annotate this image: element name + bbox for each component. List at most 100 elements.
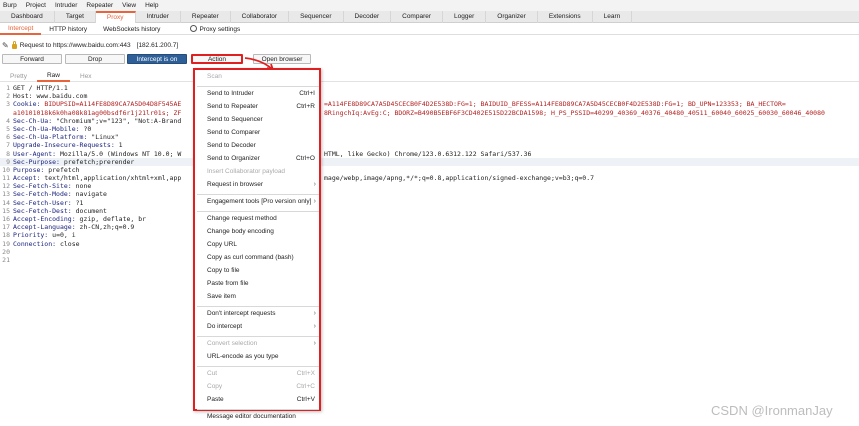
menu-intruder[interactable]: Intruder xyxy=(55,2,77,9)
menu-item-send-to-decoder[interactable]: Send to Decoder xyxy=(207,140,319,151)
header-value: Host: www.baidu.com xyxy=(13,92,88,101)
menu-item-label: Copy xyxy=(207,383,223,390)
menu-item-do-intercept[interactable]: Do intercept › xyxy=(207,321,319,332)
subtab-http-history[interactable]: HTTP history xyxy=(41,24,95,35)
tab-target[interactable]: Target xyxy=(55,11,96,23)
editor-line: 17 Accept-Language: zh-CN,zh;q=0.9 xyxy=(0,223,859,231)
proxy-sub-tab-bar: Intercept HTTP history WebSockets history P… xyxy=(0,24,859,35)
chevron-right-icon: › xyxy=(313,198,316,205)
pencil-icon[interactable]: ✎ xyxy=(2,41,9,50)
menu-item-change-request-method[interactable]: Change request method xyxy=(207,213,319,224)
menu-item-label: URL-encode as you type xyxy=(207,353,279,360)
header-value: a10101018k6k0ha08k81ag00bsdf6r1j21lr01s;… xyxy=(13,108,182,117)
chevron-right-icon: › xyxy=(313,323,316,330)
drop-button[interactable]: Drop xyxy=(65,54,125,64)
subtab-proxy-settings[interactable]: Proxy settings xyxy=(182,24,248,35)
line-number: 9 xyxy=(6,157,10,166)
tab-intruder[interactable]: Intruder xyxy=(136,11,181,23)
tab-proxy[interactable]: Proxy xyxy=(95,11,136,23)
menu-item-label: Scan xyxy=(207,73,222,80)
menu-burp[interactable]: Burp xyxy=(3,2,17,9)
header-name: Purpose: xyxy=(13,165,45,174)
menu-item-paste-from-file[interactable]: Paste from file xyxy=(207,278,319,289)
action-button[interactable]: Action xyxy=(191,54,243,64)
subtab-label: Proxy settings xyxy=(199,25,241,33)
tab-collaborator[interactable]: Collaborator xyxy=(231,11,290,23)
menu-item-copy-url[interactable]: Copy URL xyxy=(207,239,319,250)
header-name: Sec-Fetch-Dest: xyxy=(13,206,72,215)
header-name: Cookie: xyxy=(13,100,41,109)
menu-item-request-in-browser[interactable]: Request in browser › xyxy=(207,179,319,190)
menu-separator xyxy=(197,305,319,307)
menu-item-shortcut: Ctrl+I xyxy=(299,90,315,97)
tab-decoder[interactable]: Decoder xyxy=(344,11,392,23)
editor-line: 8 User-Agent: Mozilla/5.0 (Windows NT 10.… xyxy=(0,150,859,158)
menu-item-change-body-encoding[interactable]: Change body encoding xyxy=(207,226,319,237)
menu-repeater[interactable]: Repeater xyxy=(86,2,113,9)
menu-item-message-editor-documentation[interactable]: Message editor documentation xyxy=(207,411,319,422)
menu-item-engagement-tools-pro-version-only[interactable]: Engagement tools [Pro version only] › xyxy=(207,196,319,207)
header-value: gzip, deflate, br xyxy=(79,215,147,223)
subtab-label: Intercept xyxy=(8,24,34,32)
editor-line: 19 Connection: close xyxy=(0,240,859,248)
line-number: 4 xyxy=(6,116,10,125)
menu-help[interactable]: Help xyxy=(145,2,158,9)
editor-line: 3 Cookie: BIDUPSID=A114FE8D89CA7A5D04D8F5… xyxy=(0,100,859,108)
tab-learn[interactable]: Learn xyxy=(593,11,633,23)
intercept-toggle-button[interactable]: Intercept is on xyxy=(127,54,187,64)
tab-dashboard[interactable]: Dashboard xyxy=(0,11,55,23)
forward-button[interactable]: Forward xyxy=(2,54,62,64)
view-tab-hex[interactable]: Hex xyxy=(70,71,102,82)
menu-view[interactable]: View xyxy=(122,2,136,9)
menu-item-send-to-organizer[interactable]: Send to Organizer Ctrl+O xyxy=(207,153,319,164)
header-name: Accept: xyxy=(13,174,41,183)
menu-item-copy-to-file[interactable]: Copy to file xyxy=(207,265,319,276)
tab-logger[interactable]: Logger xyxy=(443,11,487,23)
header-value: navigate xyxy=(75,190,107,199)
line-number: 19 xyxy=(2,239,10,248)
line-number: 10 xyxy=(2,165,10,174)
header-value: GET / HTTP/1.1 xyxy=(13,84,68,92)
editor-line: a10101018k6k0ha08k81ag00bsdf6r1j21lr01s;… xyxy=(0,109,859,117)
header-value: prefetch xyxy=(48,165,80,174)
view-tab-raw[interactable]: Raw xyxy=(36,71,70,82)
menu-item-label: Request in browser xyxy=(207,181,263,188)
subtab-websockets-history[interactable]: WebSockets history xyxy=(95,24,168,35)
menu-item-label: Copy as curl command (bash) xyxy=(207,254,294,261)
menu-item-insert-collaborator-payload: Insert Collaborator payload xyxy=(207,166,319,177)
menu-separator xyxy=(197,365,319,367)
menu-separator xyxy=(197,335,319,337)
subtab-intercept[interactable]: Intercept xyxy=(0,24,42,35)
line-number: 1 xyxy=(6,84,10,92)
menu-item-copy-as-curl-command-bash[interactable]: Copy as curl command (bash) xyxy=(207,252,319,263)
line-number: 5 xyxy=(6,124,10,133)
lock-icon xyxy=(11,40,17,49)
menu-item-send-to-sequencer[interactable]: Send to Sequencer xyxy=(207,114,319,125)
menu-item-save-item[interactable]: Save item xyxy=(207,291,319,302)
tab-extensions[interactable]: Extensions xyxy=(538,11,593,23)
menu-item-send-to-repeater[interactable]: Send to Repeater Ctrl+R xyxy=(207,101,319,112)
tab-repeater[interactable]: Repeater xyxy=(181,11,231,23)
editor-line: 10 Purpose: prefetch xyxy=(0,166,859,174)
request-url: Request to https://www.baidu.com:443 xyxy=(19,41,131,49)
editor-line: 14 Sec-Fetch-User: ?1 xyxy=(0,199,859,207)
menu-item-url-encode-as-you-type[interactable]: URL-encode as you type xyxy=(207,351,319,362)
menu-item-send-to-intruder[interactable]: Send to Intruder Ctrl+I xyxy=(207,88,319,99)
request-editor[interactable]: 1 GET / HTTP/1.1 2 Host: www.baidu.com 3 Cook… xyxy=(0,84,859,264)
tab-comparer[interactable]: Comparer xyxy=(391,11,444,23)
subtab-label: WebSockets history xyxy=(103,25,161,33)
menu-item-shortcut: Ctrl+O xyxy=(296,155,315,162)
header-value: none xyxy=(75,182,92,191)
menu-separator xyxy=(197,210,319,212)
tab-sequencer[interactable]: Sequencer xyxy=(289,11,344,23)
menu-project[interactable]: Project xyxy=(26,2,46,9)
menu-item-convert-selection: Convert selection › xyxy=(207,338,319,349)
header-value-tail: mage/webp,image/apng,*/*;q=0.8,applicati… xyxy=(324,174,595,183)
menu-item-paste[interactable]: Paste Ctrl+V xyxy=(207,394,319,405)
line-number: 7 xyxy=(6,141,10,150)
view-tab-pretty[interactable]: Pretty xyxy=(0,71,37,82)
tab-organizer[interactable]: Organizer xyxy=(486,11,538,23)
menu-item-send-to-comparer[interactable]: Send to Comparer xyxy=(207,127,319,138)
menu-item-don-t-intercept-requests[interactable]: Don't intercept requests › xyxy=(207,308,319,319)
gear-icon xyxy=(190,25,198,33)
